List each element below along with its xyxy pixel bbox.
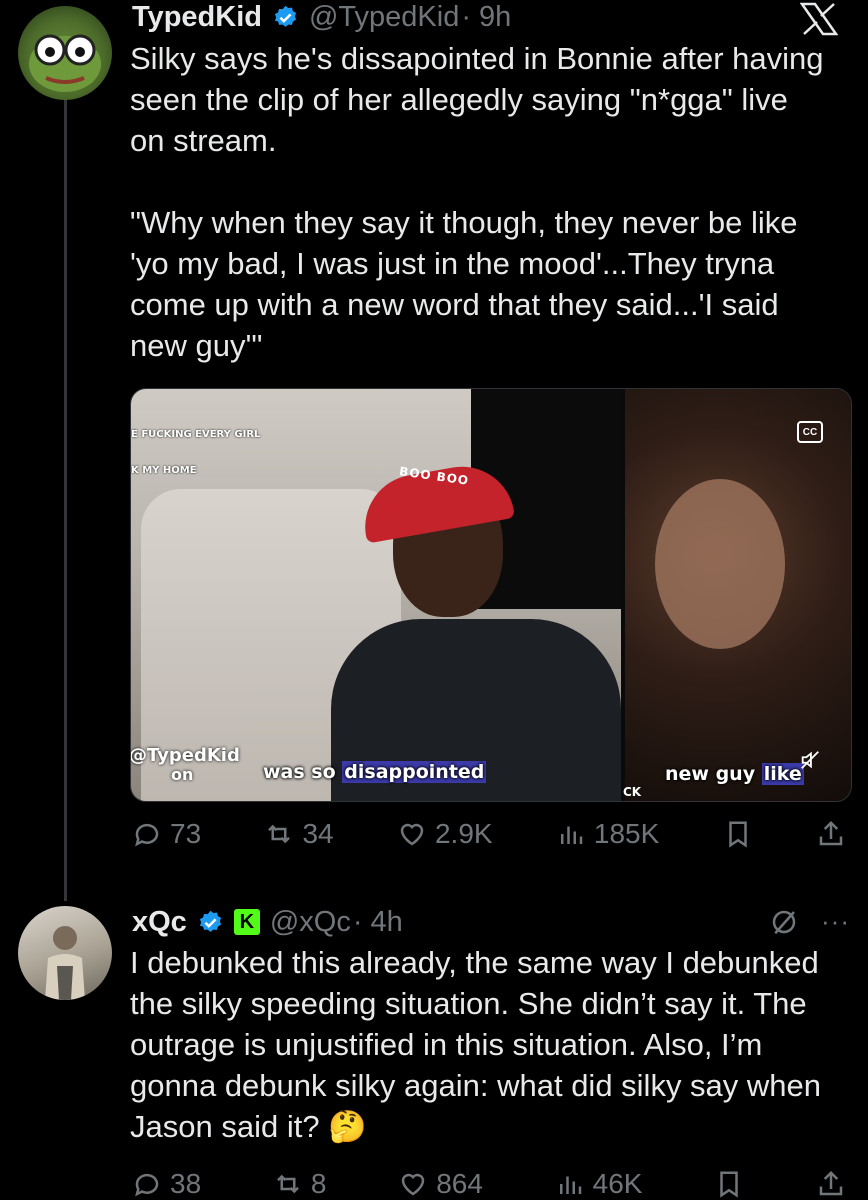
- watermark-on: on: [171, 765, 194, 784]
- caption-right-highlight: like: [761, 763, 804, 785]
- caption-left: was so disappointed: [263, 761, 487, 783]
- woman-face: [655, 479, 785, 649]
- views-icon: [560, 826, 583, 844]
- share-button[interactable]: [816, 1169, 846, 1199]
- like-icon: [400, 823, 424, 846]
- mute-icon[interactable]: [799, 749, 821, 771]
- watermark-handle: @TypedKid: [130, 745, 240, 766]
- caption-left-highlight: disappointed: [342, 761, 487, 783]
- share-button[interactable]: [816, 819, 846, 849]
- tweet1-text: Silky says he's dissapointed in Bonnie a…: [130, 41, 824, 363]
- video-frame-left: BOO BOO: [131, 389, 621, 801]
- caption-right-text: new guy: [665, 763, 762, 785]
- like-button[interactable]: 864: [398, 1168, 483, 1200]
- tweet2-text: I debunked this already, the same way I …: [130, 945, 830, 1144]
- thread-connector: [64, 96, 67, 901]
- verified-icon: [274, 5, 297, 27]
- tweet1-handle[interactable]: @TypedKid: [309, 1, 459, 34]
- repost-icon: [268, 824, 291, 844]
- caption-right: new guy like: [665, 763, 804, 785]
- frog-avatar-icon: [29, 34, 101, 92]
- reply-button[interactable]: 73: [132, 818, 201, 850]
- tweet1-video[interactable]: BOO BOO E FUCKING EVERY GIRL K MY HOME C…: [130, 388, 852, 802]
- tweet2-header: xQc K @xQc · 4h: [132, 904, 403, 940]
- views-button[interactable]: 185K: [556, 818, 659, 850]
- tweet2-handle[interactable]: @xQc: [270, 906, 351, 939]
- views-icon: [559, 1176, 581, 1194]
- tweet2-display-name[interactable]: xQc: [132, 906, 187, 939]
- repost-icon: [277, 1174, 299, 1194]
- bookmark-button[interactable]: [714, 1169, 744, 1199]
- tweet2-timestamp[interactable]: · 4h: [353, 906, 403, 939]
- repost-count: 34: [302, 818, 334, 849]
- bookmark-icon: [728, 821, 747, 848]
- bookmark-button[interactable]: [723, 819, 753, 849]
- like-count: 864: [436, 1168, 483, 1199]
- tweet1-display-name[interactable]: TypedKid: [132, 1, 262, 34]
- ck-label: CK: [623, 785, 642, 799]
- bookmark-icon: [720, 1171, 738, 1198]
- man-in-cap: BOO BOO: [331, 429, 621, 801]
- caption-left-text: was so: [263, 761, 343, 783]
- reply-count: 73: [170, 818, 202, 849]
- person-avatar-icon: [45, 926, 85, 1000]
- verified-icon: [199, 910, 221, 932]
- overlay-text-1: E FUCKING EVERY GIRL: [131, 429, 261, 440]
- tweet2-actions: 38 8 864 46K: [132, 1168, 846, 1200]
- overlay-text-2: K MY HOME: [131, 465, 197, 476]
- like-button[interactable]: 2.9K: [397, 818, 493, 850]
- video-frame-right: [625, 389, 851, 801]
- tweet1-header: TypedKid @TypedKid · 9h: [132, 0, 511, 34]
- avatar-typedkid[interactable]: [18, 6, 112, 100]
- views-count: 185K: [593, 818, 660, 849]
- more-icon[interactable]: ···: [821, 906, 850, 937]
- repost-button[interactable]: 34: [264, 818, 334, 850]
- reply-icon: [135, 823, 159, 847]
- closed-captions-button[interactable]: CC: [797, 421, 823, 443]
- reply-count: 38: [170, 1168, 202, 1199]
- reply-button[interactable]: 38: [132, 1168, 201, 1200]
- repost-button[interactable]: 8: [273, 1168, 327, 1200]
- repost-count: 8: [310, 1168, 327, 1199]
- like-icon: [401, 1173, 425, 1196]
- avatar-xqc[interactable]: [18, 906, 112, 1000]
- like-count: 2.9K: [434, 818, 493, 849]
- views-count: 46K: [592, 1168, 643, 1199]
- kick-badge-icon: K: [233, 909, 260, 935]
- grok-icon[interactable]: [769, 907, 799, 937]
- tweet2-top-right: ···: [769, 906, 850, 937]
- share-icon: [819, 1170, 843, 1196]
- tweet1-actions: 73 34 2.9K 185K: [132, 818, 846, 850]
- tweet1-timestamp[interactable]: · 9h: [461, 1, 511, 34]
- share-icon: [819, 820, 843, 846]
- views-button[interactable]: 46K: [555, 1168, 643, 1200]
- x-logo-icon: [800, 2, 838, 36]
- reply-icon: [135, 1173, 159, 1197]
